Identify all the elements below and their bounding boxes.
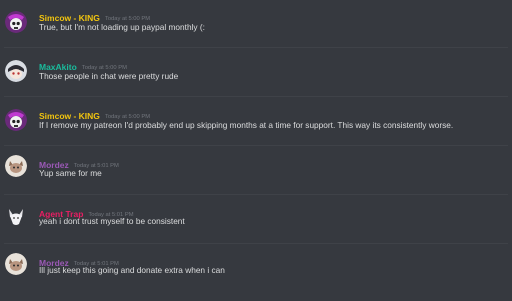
divider	[4, 145, 508, 146]
message-header: Mordez Today at 5:01 PM	[39, 155, 119, 170]
message-text: yeah i dont trust myself to be consisten…	[39, 216, 185, 226]
divider	[4, 243, 508, 244]
message-header: Simcow - KING Today at 5:00 PM	[39, 106, 150, 121]
message-item: MaxAkito Today at 5:00 PM Those people in…	[0, 57, 512, 105]
avatar[interactable]	[5, 109, 27, 131]
message-text: Yup same for me	[39, 168, 102, 178]
avatar[interactable]	[5, 205, 27, 227]
avatar[interactable]	[5, 253, 27, 275]
skull-avatar-icon	[5, 109, 27, 131]
avatar[interactable]	[5, 155, 27, 177]
message-header: Agent Trap Today at 5:01 PM	[39, 204, 134, 219]
message-header: MaxAkito Today at 5:00 PM	[39, 57, 127, 72]
avatar[interactable]	[5, 11, 27, 33]
message-item: Mordez Today at 5:01 PM Ill just keep thi…	[0, 253, 512, 301]
divider	[4, 96, 508, 97]
message-header: Simcow - KING Today at 5:00 PM	[39, 8, 150, 23]
cat-avatar-icon	[5, 253, 27, 275]
wolf-avatar-icon	[5, 205, 27, 227]
message-text: If I remove my patreon I'd probably end …	[39, 120, 454, 130]
message-text: Ill just keep this going and donate extr…	[39, 265, 225, 275]
message-header: Mordez Today at 5:01 PM	[39, 253, 119, 268]
skull-avatar-icon	[5, 11, 27, 33]
divider	[4, 194, 508, 195]
message-text: Those people in chat were pretty rude	[39, 71, 179, 81]
message-item: Agent Trap Today at 5:01 PM yeah i dont t…	[0, 204, 512, 252]
message-item: Mordez Today at 5:01 PM Yup same for me	[0, 155, 512, 203]
cat-avatar-icon	[5, 155, 27, 177]
chat-messages: Simcow - KING Today at 5:00 PM True, but …	[0, 0, 512, 281]
divider	[4, 47, 508, 48]
anime-avatar-icon	[5, 60, 27, 82]
message-text: True, but I'm not loading up paypal mont…	[39, 22, 205, 32]
avatar[interactable]	[5, 60, 27, 82]
message-item: Simcow - KING Today at 5:00 PM True, but …	[0, 8, 512, 56]
message-item: Simcow - KING Today at 5:00 PM If I remov…	[0, 106, 512, 154]
